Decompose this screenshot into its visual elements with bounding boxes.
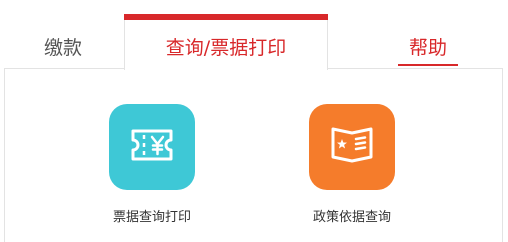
policy-query-label: 政策依据查询 bbox=[312, 210, 391, 225]
policy-icon-tile bbox=[309, 104, 395, 190]
ticket-icon-tile bbox=[109, 104, 195, 190]
tab-query-print-label: 查询/票据打印 bbox=[165, 36, 287, 59]
tab-active-indicator bbox=[124, 14, 328, 20]
tab-help-label: 帮助 bbox=[408, 36, 447, 59]
tab-pay[interactable]: 缴款 bbox=[18, 26, 108, 66]
policy-query-button[interactable]: 政策依据查询 bbox=[282, 104, 422, 225]
ticket-query-print-button[interactable]: 票据查询打印 bbox=[82, 104, 222, 225]
content-panel bbox=[4, 68, 503, 242]
ticket-query-print-label: 票据查询打印 bbox=[112, 210, 191, 225]
policy-book-icon bbox=[328, 123, 376, 171]
tab-query-print[interactable]: 查询/票据打印 bbox=[124, 26, 328, 66]
ticket-yuan-icon bbox=[129, 127, 175, 167]
tab-pay-label: 缴款 bbox=[43, 36, 82, 59]
tab-help[interactable]: 帮助 bbox=[398, 26, 458, 66]
help-underline bbox=[398, 64, 458, 66]
